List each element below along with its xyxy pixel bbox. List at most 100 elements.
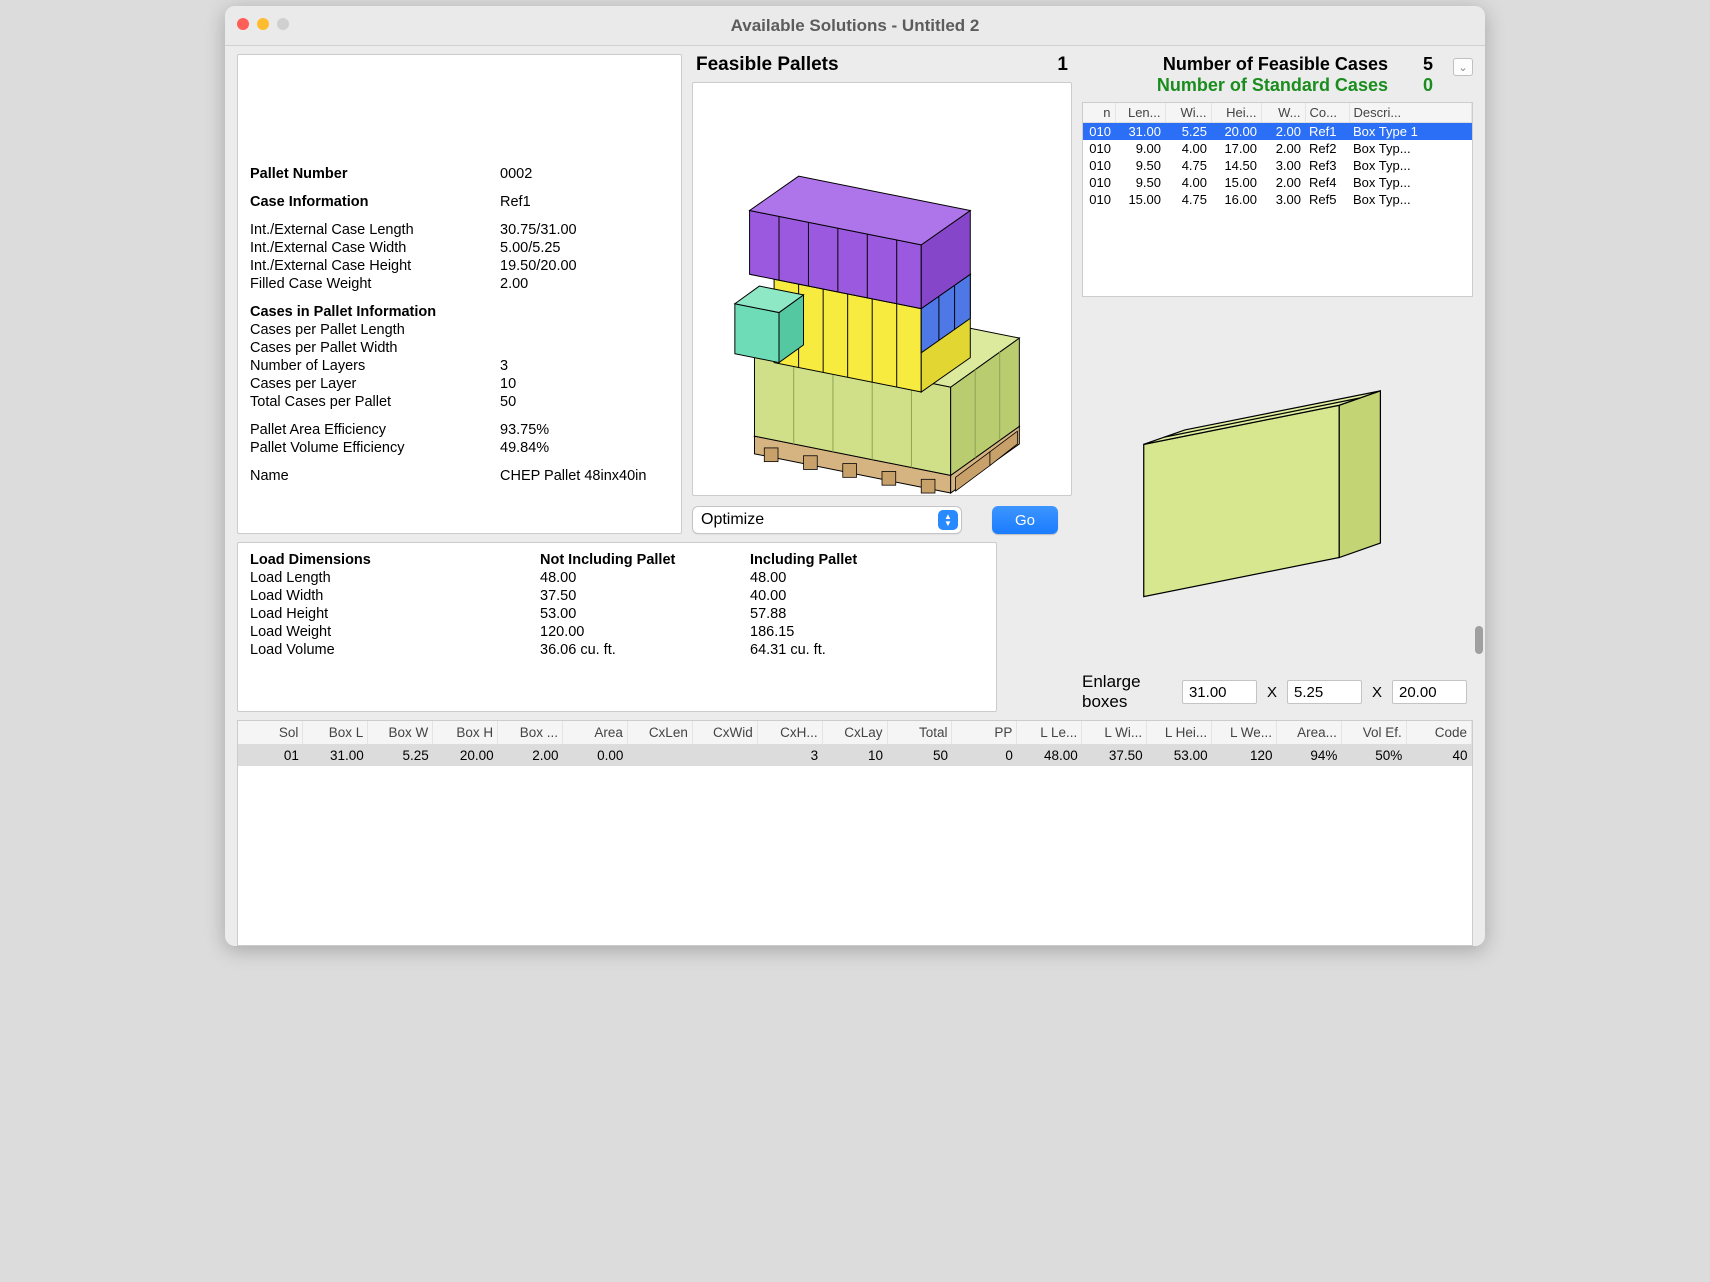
chevron-down-icon[interactable]: ⌄ bbox=[1453, 58, 1473, 76]
solutions-col-17[interactable]: Vol Ef. bbox=[1341, 721, 1406, 745]
load-length-b: 48.00 bbox=[750, 569, 786, 587]
area-eff-label: Pallet Area Efficiency bbox=[250, 421, 500, 439]
cases-table[interactable]: n Len... Wi... Hei... W... Co... Descri.… bbox=[1082, 102, 1473, 297]
vol-eff-label: Pallet Volume Efficiency bbox=[250, 439, 500, 457]
case-weight-label: Filled Case Weight bbox=[250, 275, 500, 293]
pallet-number-label: Pallet Number bbox=[250, 166, 348, 182]
case-height-value: 19.50/20.00 bbox=[500, 257, 577, 275]
case-width-value: 5.00/5.25 bbox=[500, 239, 560, 257]
titlebar: Available Solutions - Untitled 2 bbox=[225, 6, 1485, 46]
load-length-label: Load Length bbox=[250, 569, 540, 587]
case-length-label: Int./External Case Length bbox=[250, 221, 500, 239]
optimize-select-value: Optimize bbox=[701, 511, 764, 529]
solutions-col-4[interactable]: Box ... bbox=[498, 721, 563, 745]
table-row[interactable]: 01015.004.7516.003.00Ref5Box Typ... bbox=[1083, 191, 1472, 208]
load-width-label: Load Width bbox=[250, 587, 540, 605]
select-arrows-icon: ▲▼ bbox=[938, 510, 958, 530]
enlarge-height-input[interactable] bbox=[1392, 680, 1467, 704]
load-weight-b: 186.15 bbox=[750, 623, 794, 641]
solutions-col-16[interactable]: Area... bbox=[1277, 721, 1342, 745]
solutions-col-18[interactable]: Code bbox=[1406, 721, 1471, 745]
solutions-col-7[interactable]: CxWid bbox=[692, 721, 757, 745]
solutions-col-14[interactable]: L Hei... bbox=[1147, 721, 1212, 745]
vol-eff-value: 49.84% bbox=[500, 439, 549, 457]
standard-cases-label: Number of Standard Cases bbox=[1157, 75, 1388, 95]
solutions-col-3[interactable]: Box H bbox=[433, 721, 498, 745]
load-height-a: 53.00 bbox=[540, 605, 750, 623]
pallet-info-panel: Pallet Number 0002 Case Information Ref1 I… bbox=[237, 54, 682, 534]
scrollbar-thumb[interactable] bbox=[1475, 626, 1483, 654]
load-height-b: 57.88 bbox=[750, 605, 786, 623]
cases-col-wid[interactable]: Wi... bbox=[1165, 103, 1211, 123]
solutions-col-8[interactable]: CxH... bbox=[757, 721, 822, 745]
load-height-label: Load Height bbox=[250, 605, 540, 623]
load-width-a: 37.50 bbox=[540, 587, 750, 605]
box-3d-view[interactable] bbox=[1082, 307, 1473, 664]
zoom-icon[interactable] bbox=[277, 18, 289, 30]
solutions-col-10[interactable]: Total bbox=[887, 721, 952, 745]
cases-col-len[interactable]: Len... bbox=[1115, 103, 1165, 123]
total-cases-value: 50 bbox=[500, 393, 516, 411]
load-width-b: 40.00 bbox=[750, 587, 786, 605]
cases-col-code[interactable]: Co... bbox=[1305, 103, 1349, 123]
solutions-col-6[interactable]: CxLen bbox=[627, 721, 692, 745]
case-height-label: Int./External Case Height bbox=[250, 257, 500, 275]
pallet-number-value: 0002 bbox=[500, 165, 532, 183]
window-title: Available Solutions - Untitled 2 bbox=[731, 16, 980, 36]
feasible-cases-label: Number of Feasible Cases bbox=[1163, 54, 1388, 74]
layers-value: 3 bbox=[500, 357, 508, 375]
standard-cases-count: 0 bbox=[1403, 75, 1433, 96]
solutions-col-9[interactable]: CxLay bbox=[822, 721, 887, 745]
solutions-col-1[interactable]: Box L bbox=[303, 721, 368, 745]
enlarge-boxes-label: Enlarge boxes bbox=[1082, 672, 1168, 712]
solutions-col-11[interactable]: PP bbox=[952, 721, 1017, 745]
solutions-table[interactable]: SolBox LBox WBox HBox ...AreaCxLenCxWidC… bbox=[237, 720, 1473, 946]
case-weight-value: 2.00 bbox=[500, 275, 528, 293]
solutions-col-0[interactable]: Sol bbox=[238, 721, 303, 745]
load-volume-b: 64.31 cu. ft. bbox=[750, 641, 826, 659]
case-length-value: 30.75/31.00 bbox=[500, 221, 577, 239]
pallet-3d-view[interactable] bbox=[692, 82, 1072, 496]
feasible-pallets-label: Feasible Pallets bbox=[696, 54, 839, 76]
case-info-value: Ref1 bbox=[500, 193, 531, 211]
case-info-label: Case Information bbox=[250, 194, 368, 210]
load-volume-label: Load Volume bbox=[250, 641, 540, 659]
minimize-icon[interactable] bbox=[257, 18, 269, 30]
optimize-select[interactable]: Optimize ▲▼ bbox=[692, 506, 962, 534]
pallet-name-label: Name bbox=[250, 467, 500, 485]
pallet-name-value: CHEP Pallet 48inx40in bbox=[500, 467, 646, 485]
load-weight-label: Load Weight bbox=[250, 623, 540, 641]
load-dim-heading: Load Dimensions bbox=[250, 551, 540, 569]
solutions-col-12[interactable]: L Le... bbox=[1017, 721, 1082, 745]
cases-col-hei[interactable]: Hei... bbox=[1211, 103, 1261, 123]
load-dimensions-panel: Load Dimensions Not Including Pallet Inc… bbox=[237, 542, 997, 712]
solutions-col-13[interactable]: L Wi... bbox=[1082, 721, 1147, 745]
solutions-col-15[interactable]: L We... bbox=[1212, 721, 1277, 745]
table-row[interactable]: 01031.005.2520.002.00Ref1Box Type 1 bbox=[1083, 123, 1472, 141]
times-label-1: X bbox=[1267, 684, 1277, 701]
solutions-col-2[interactable]: Box W bbox=[368, 721, 433, 745]
cases-col-desc[interactable]: Descri... bbox=[1349, 103, 1472, 123]
times-label-2: X bbox=[1372, 684, 1382, 701]
table-row[interactable]: 0131.005.2520.002.000.0031050048.0037.50… bbox=[238, 745, 1472, 767]
table-row[interactable]: 0109.504.0015.002.00Ref4Box Typ... bbox=[1083, 174, 1472, 191]
solutions-col-5[interactable]: Area bbox=[563, 721, 628, 745]
table-row[interactable]: 0109.004.0017.002.00Ref2Box Typ... bbox=[1083, 140, 1472, 157]
enlarge-width-input[interactable] bbox=[1287, 680, 1362, 704]
go-button[interactable]: Go bbox=[992, 506, 1058, 534]
close-icon[interactable] bbox=[237, 18, 249, 30]
table-row[interactable]: 0109.504.7514.503.00Ref3Box Typ... bbox=[1083, 157, 1472, 174]
cases-col-w[interactable]: W... bbox=[1261, 103, 1305, 123]
total-cases-label: Total Cases per Pallet bbox=[250, 393, 500, 411]
load-volume-a: 36.06 cu. ft. bbox=[540, 641, 750, 659]
incl-heading: Including Pallet bbox=[750, 551, 857, 569]
cases-in-pallet-label: Cases in Pallet Information bbox=[250, 304, 436, 320]
cases-col-n[interactable]: n bbox=[1083, 103, 1115, 123]
cases-per-layer-value: 10 bbox=[500, 375, 516, 393]
layers-label: Number of Layers bbox=[250, 357, 500, 375]
load-length-a: 48.00 bbox=[540, 569, 750, 587]
feasible-cases-count: 5 bbox=[1403, 54, 1433, 75]
cases-per-layer-label: Cases per Layer bbox=[250, 375, 500, 393]
not-incl-heading: Not Including Pallet bbox=[540, 551, 750, 569]
enlarge-length-input[interactable] bbox=[1182, 680, 1257, 704]
